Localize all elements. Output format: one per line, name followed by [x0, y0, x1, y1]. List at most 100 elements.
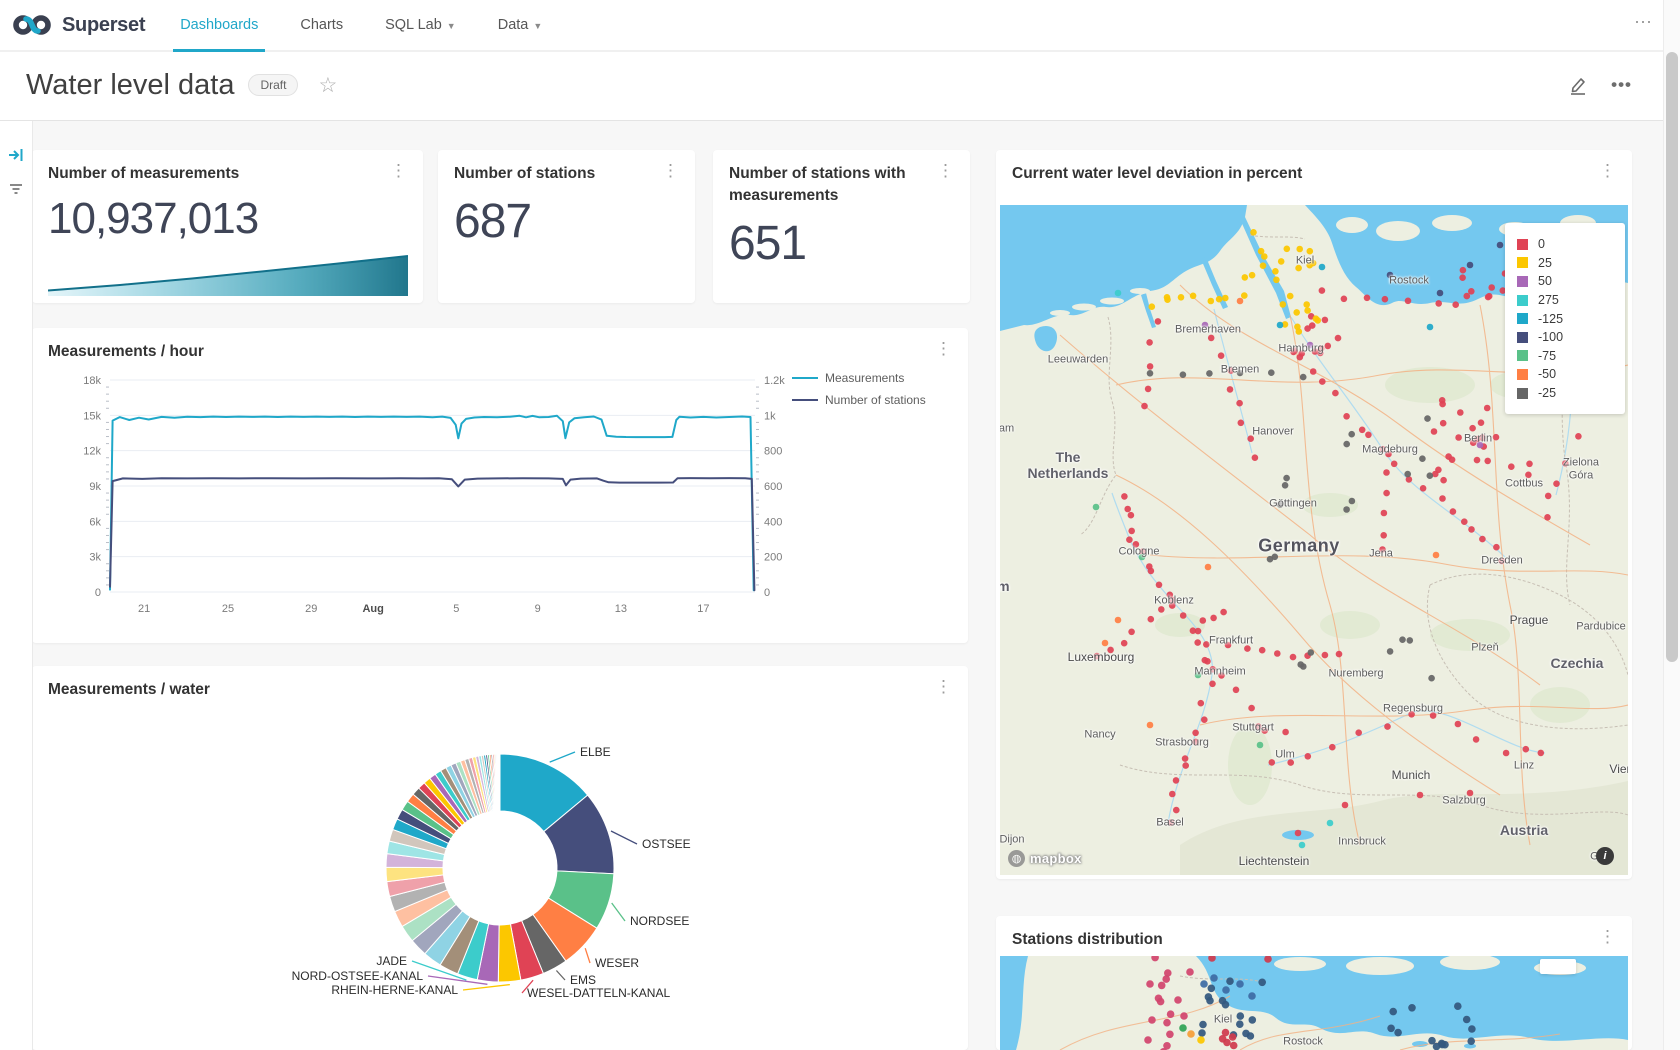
card-stations-distribution: Stations distribution ⋮ — [996, 916, 1632, 1050]
donut-label-leader — [463, 985, 510, 990]
legend-item[interactable]: 0 — [1517, 235, 1613, 254]
kebab-menu-icon[interactable]: ⋮ — [656, 160, 685, 181]
donut-label-leader — [550, 752, 575, 762]
mapbox-logo-icon: ◍ — [1008, 850, 1025, 867]
legend-item[interactable]: -50 — [1517, 365, 1613, 384]
legend-color-swatch — [1517, 276, 1528, 287]
stations-distribution-map[interactable]: KielRostock — [1000, 956, 1628, 1050]
donut-slice-label: OSTSEE — [642, 837, 691, 851]
y-left-tick-label: 6k — [89, 516, 101, 528]
donut-slice[interactable] — [499, 754, 500, 811]
page-title: Water level data — [26, 69, 234, 102]
card-measurements-per-hour: Measurements / hour ⋮ 003k2006k4009k6001… — [32, 328, 968, 643]
superset-logo[interactable]: Superset — [0, 11, 159, 39]
legend-item[interactable]: -75 — [1517, 347, 1613, 366]
more-actions-icon[interactable]: ••• — [1611, 75, 1632, 95]
superset-infinity-icon — [12, 11, 54, 39]
chevron-down-icon: ▼ — [533, 21, 542, 31]
kebab-menu-icon[interactable]: ⋮ — [384, 160, 413, 181]
legend-label: 275 — [1538, 293, 1559, 307]
mapbox-wordmark: mapbox — [1030, 851, 1082, 866]
filter-list-icon[interactable] — [7, 180, 25, 198]
map-attribution[interactable]: ◍ mapbox — [1008, 850, 1082, 867]
nav-item-charts[interactable]: Charts — [279, 0, 364, 50]
legend-label[interactable]: Measurements — [825, 371, 904, 385]
status-badge: Draft — [248, 74, 298, 96]
big-number-value: 651 — [729, 216, 806, 271]
x-tick-label: 29 — [305, 603, 317, 615]
y-left-tick-label: 18k — [83, 375, 101, 387]
donut-slice-label: EMS — [570, 973, 596, 987]
donut-slice-label: WESEL-DATTELN-KANAL — [527, 986, 670, 1000]
legend-item[interactable]: 50 — [1517, 272, 1613, 291]
filter-rail — [0, 120, 33, 1050]
legend-color-swatch — [1517, 388, 1528, 399]
nav-item-data[interactable]: Data▼ — [477, 0, 564, 50]
card-measurements-per-water: Measurements / water ⋮ ELBEOSTSEENORDSEE… — [32, 666, 968, 1050]
map-legend[interactable]: 02550 275 -125 -100 -75-50 -25 — [1505, 223, 1625, 414]
x-tick-label: 5 — [453, 603, 459, 615]
legend-color-swatch — [1517, 239, 1528, 250]
card-water-level-deviation-map: Current water level deviation in percent… — [996, 150, 1632, 879]
legend-label: 50 — [1538, 274, 1552, 288]
donut-label-leader — [612, 903, 625, 921]
legend-item[interactable]: -25 — [1517, 384, 1613, 403]
card-number-of-measurements: Number of measurements ⋮ 10,937,013 — [32, 150, 423, 303]
legend-color-swatch — [1517, 257, 1528, 268]
legend-item[interactable]: 275 — [1517, 291, 1613, 310]
measurements-per-water-donut[interactable]: ELBEOSTSEENORDSEEWESEREMSWESEL-DATTELN-K… — [32, 666, 968, 1050]
chart-title: Number of measurements — [48, 163, 389, 185]
series-line-Measurements[interactable] — [110, 416, 754, 590]
legend-label: -50 — [1538, 367, 1556, 381]
y-left-tick-label: 15k — [83, 410, 101, 422]
x-tick-label: 17 — [697, 603, 709, 615]
legend-color-swatch — [1517, 313, 1528, 324]
y-right-tick-label: 0 — [764, 587, 770, 599]
donut-slice-label: NORDSEE — [630, 914, 689, 928]
measurements-per-hour-chart[interactable]: 003k2006k4009k60012k80015k1k18k1.2k21252… — [32, 336, 968, 636]
x-tick-label: 13 — [615, 603, 627, 615]
card-stations-with-measurements: Number of stations with measurements ⋮ 6… — [713, 150, 970, 303]
big-number-value: 687 — [454, 194, 531, 249]
nav-item-dashboards[interactable]: Dashboards — [159, 0, 279, 50]
map-info-icon[interactable]: i — [1596, 847, 1614, 865]
donut-label-leader — [611, 831, 637, 844]
donut-slice-label: RHEIN-HERNE-KANAL — [331, 983, 458, 997]
legend-label: -25 — [1538, 386, 1556, 400]
legend-label: -100 — [1538, 330, 1563, 344]
deviation-map[interactable]: LeeuwardenAmsterdamThe NetherlandsBremer… — [1000, 205, 1628, 875]
y-right-tick-label: 1k — [764, 410, 776, 422]
nav-item-sql-lab[interactable]: SQL Lab▼ — [364, 0, 477, 50]
legend-label[interactable]: Number of stations — [825, 393, 926, 407]
favorite-star-icon[interactable]: ☆ — [318, 75, 337, 96]
chart-title: Stations distribution — [1012, 929, 1598, 951]
donut-slice-label: WESER — [595, 956, 639, 970]
donut-slice-label: JADE — [376, 954, 407, 968]
nav-overflow-menu[interactable]: ⋯ — [1634, 12, 1654, 33]
legend-label: -125 — [1538, 312, 1563, 326]
y-left-tick-label: 12k — [83, 446, 101, 458]
brand-name: Superset — [62, 14, 145, 37]
x-tick-label: 21 — [138, 603, 150, 615]
legend-item[interactable]: 25 — [1517, 254, 1613, 273]
station-dots-layer[interactable] — [1000, 956, 1628, 1050]
map-legend-partial — [1540, 959, 1576, 974]
y-left-tick-label: 3k — [89, 552, 101, 564]
legend-item[interactable]: -100 — [1517, 328, 1613, 347]
measurements-trend-sparkline — [48, 250, 408, 296]
y-right-tick-label: 400 — [764, 516, 782, 528]
x-tick-label: 9 — [535, 603, 541, 615]
top-nav: Superset Dashboards Charts SQL Lab▼ Data… — [0, 0, 1680, 52]
chart-title: Number of stations with measurements — [729, 163, 936, 208]
edit-pencil-icon[interactable] — [1567, 74, 1589, 96]
kebab-menu-icon[interactable]: ⋮ — [1593, 160, 1622, 181]
page-scrollbar[interactable] — [1663, 0, 1680, 1050]
kebab-menu-icon[interactable]: ⋮ — [931, 160, 960, 181]
legend-item[interactable]: -125 — [1517, 309, 1613, 328]
kebab-menu-icon[interactable]: ⋮ — [1593, 926, 1622, 947]
expand-filters-icon[interactable] — [7, 146, 25, 164]
series-line-Number of stations[interactable] — [110, 478, 754, 590]
y-left-tick-label: 0 — [95, 587, 101, 599]
scrollbar-thumb[interactable] — [1666, 52, 1678, 662]
y-right-tick-label: 200 — [764, 552, 782, 564]
